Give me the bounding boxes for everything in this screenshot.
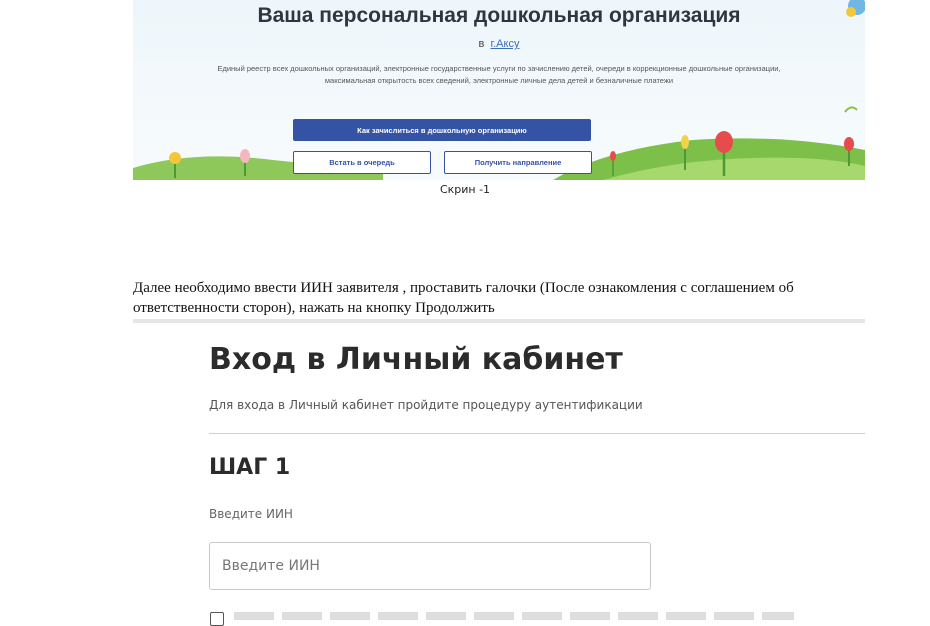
city-line: в г.Аксу bbox=[133, 38, 865, 50]
sprout-icon bbox=[844, 106, 858, 113]
how-to-enroll-button[interactable]: Как зачислиться в дошкольную организацию bbox=[293, 119, 591, 141]
instruction-paragraph: Далее необходимо ввести ИИН заявителя , … bbox=[133, 280, 794, 316]
screenshot-divider bbox=[133, 319, 865, 323]
iin-input[interactable] bbox=[209, 542, 651, 590]
city-prefix: в bbox=[478, 38, 485, 50]
join-queue-button[interactable]: Встать в очередь bbox=[293, 151, 431, 174]
screenshot-caption: Скрин -1 bbox=[439, 183, 491, 196]
agreement-text-cropped bbox=[234, 612, 794, 620]
city-link[interactable]: г.Аксу bbox=[490, 38, 519, 50]
agreement-checkbox[interactable] bbox=[210, 612, 224, 626]
login-title: Вход в Личный кабинет bbox=[209, 342, 623, 377]
banner-description: Единый реестр всех дошкольных организаци… bbox=[217, 64, 781, 85]
banner-title: Ваша персональная дошкольная организация bbox=[257, 4, 741, 27]
login-divider bbox=[209, 433, 865, 434]
get-direction-button[interactable]: Получить направление bbox=[444, 151, 592, 174]
iin-label: Введите ИИН bbox=[209, 507, 293, 521]
login-subtitle: Для входа в Личный кабинет пройдите проц… bbox=[209, 398, 643, 412]
step-title: ШАГ 1 bbox=[209, 455, 291, 480]
kindergarten-banner: Ваша персональная дошкольная организация… bbox=[133, 0, 865, 180]
